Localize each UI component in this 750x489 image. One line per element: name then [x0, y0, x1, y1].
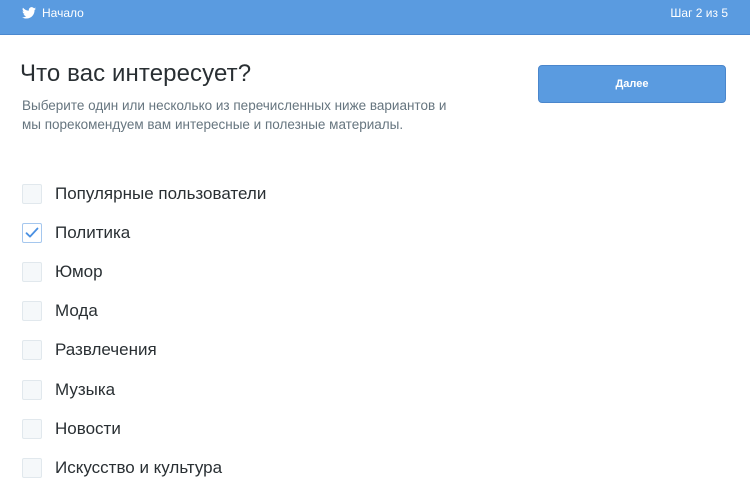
option-label: Музыка [55, 379, 116, 399]
step-indicator: Шаг 2 из 5 [670, 6, 728, 20]
option-art-culture[interactable]: Искусство и культура [22, 448, 442, 487]
checkbox[interactable] [22, 379, 42, 400]
option-label: Новости [55, 418, 121, 438]
checkbox[interactable] [22, 418, 42, 439]
interest-list: Популярные пользователи Политика Юмор Мо… [22, 174, 442, 488]
option-label: Политика [55, 222, 131, 242]
next-button[interactable]: Далее [538, 65, 726, 103]
checkbox[interactable] [22, 183, 42, 204]
checkbox[interactable] [22, 457, 42, 478]
twitter-bird-icon [22, 7, 42, 19]
option-humor[interactable]: Юмор [22, 252, 442, 291]
option-news[interactable]: Новости [22, 409, 442, 448]
option-label: Искусство и культура [55, 457, 223, 477]
option-label: Юмор [55, 261, 103, 281]
home-link[interactable]: Начало [22, 0, 84, 26]
checkbox[interactable] [22, 261, 42, 282]
option-fashion[interactable]: Мода [22, 292, 442, 331]
top-bar: Начало Шаг 2 из 5 [0, 0, 750, 35]
option-label: Развлечения [55, 340, 157, 360]
checkbox-checked[interactable] [22, 222, 42, 243]
option-label: Мода [55, 301, 98, 321]
page-subtitle: Выберите один или несколько из перечисле… [22, 98, 447, 132]
checkmark-icon [25, 227, 39, 238]
option-music[interactable]: Музыка [22, 370, 442, 409]
checkbox[interactable] [22, 340, 42, 361]
option-popular-users[interactable]: Популярные пользователи [22, 174, 442, 213]
option-politics[interactable]: Политика [22, 213, 442, 252]
option-label: Популярные пользователи [55, 183, 267, 203]
home-link-label: Начало [42, 6, 84, 20]
checkbox[interactable] [22, 301, 42, 322]
option-entertainment[interactable]: Развлечения [22, 331, 442, 370]
page-title: Что вас интересует? [20, 60, 252, 87]
